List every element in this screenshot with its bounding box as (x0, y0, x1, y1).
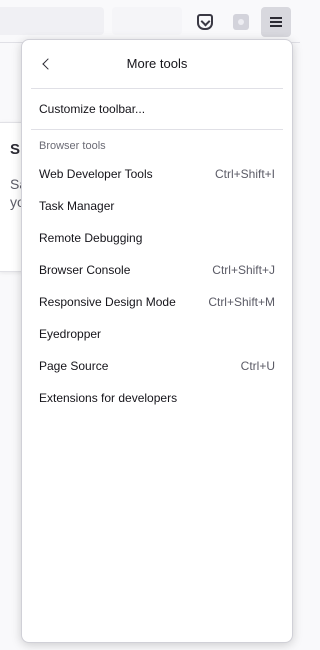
section-label: Browser tools (39, 140, 106, 152)
menu-item-shortcut: Ctrl+Shift+M (208, 295, 275, 309)
menu-item-browser-console[interactable]: Browser Console Ctrl+Shift+J (31, 257, 283, 283)
menu-item-label: Browser Console (39, 263, 131, 277)
menu-item-remote-debugging[interactable]: Remote Debugging (31, 225, 283, 251)
menu-item-web-developer-tools[interactable]: Web Developer Tools Ctrl+Shift+I (31, 161, 283, 187)
extension-icon (233, 14, 249, 30)
url-bar-end[interactable] (112, 7, 182, 35)
more-tools-panel: More tools Customize toolbar... Browser … (21, 39, 293, 643)
app-menu-button[interactable] (261, 7, 291, 37)
menu-item-responsive-design-mode[interactable]: Responsive Design Mode Ctrl+Shift+M (31, 289, 283, 315)
menu-item-page-source[interactable]: Page Source Ctrl+U (31, 353, 283, 379)
pocket-icon (197, 14, 213, 30)
menu-item-task-manager[interactable]: Task Manager (31, 193, 283, 219)
panel-title: More tools (126, 56, 188, 71)
menu-item-shortcut: Ctrl+Shift+I (214, 167, 275, 181)
menu-item-label: Page Source (39, 359, 109, 373)
menu-item-label: Remote Debugging (39, 231, 143, 245)
customize-toolbar-label: Customize toolbar... (39, 102, 146, 116)
menu-item-label: Responsive Design Mode (39, 295, 176, 309)
divider (31, 88, 283, 89)
menu-item-shortcut: Ctrl+Shift+J (212, 263, 275, 277)
pocket-button[interactable] (190, 7, 220, 37)
extensions-button[interactable] (226, 7, 256, 37)
menu-item-eyedropper[interactable]: Eyedropper (31, 321, 283, 347)
customize-toolbar-item[interactable]: Customize toolbar... (31, 96, 283, 122)
menu-item-label: Task Manager (39, 199, 115, 213)
url-bar[interactable] (0, 7, 104, 35)
divider (31, 129, 283, 130)
menu-item-label: Web Developer Tools (39, 167, 153, 181)
menu-item-shortcut: Ctrl+U (240, 359, 275, 373)
browser-toolbar (0, 0, 300, 43)
menu-item-label: Eyedropper (39, 327, 102, 341)
menu-item-label: Extensions for developers (39, 391, 178, 405)
panel-header: More tools (22, 40, 292, 88)
menu-item-extensions-for-developers[interactable]: Extensions for developers (31, 385, 283, 411)
hamburger-menu-icon (270, 17, 282, 27)
